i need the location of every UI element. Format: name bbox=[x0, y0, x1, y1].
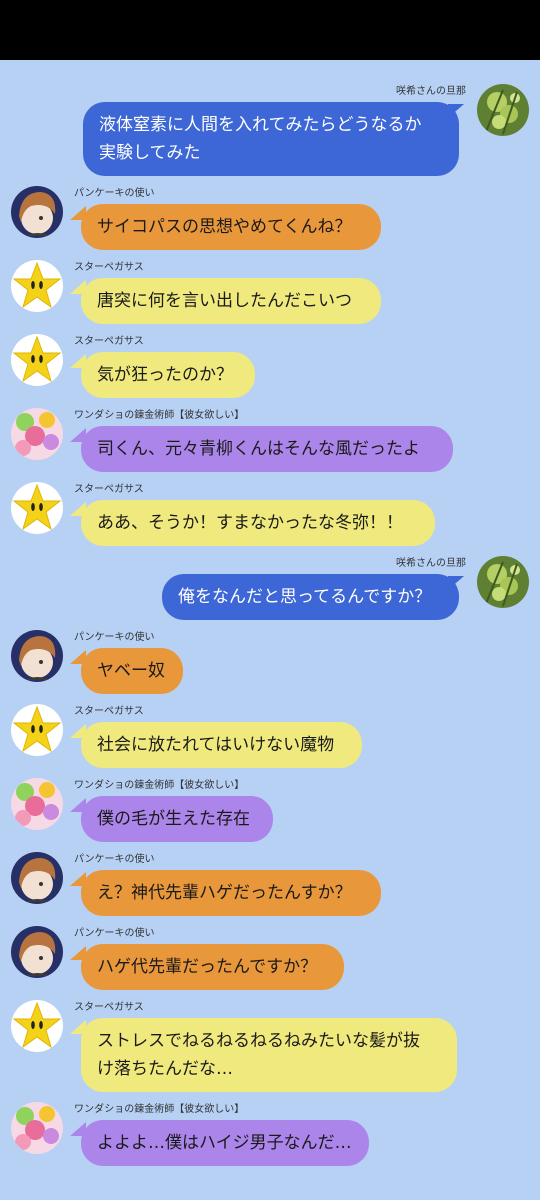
message-bubble[interactable]: ストレスでねるねるねるねみたいな髪が抜 け落ちたんだな… bbox=[81, 1018, 457, 1092]
status-bar bbox=[0, 0, 540, 60]
sender-name: パンケーキの使い bbox=[74, 854, 155, 865]
message-bubble[interactable]: 僕の毛が生えた存在 bbox=[81, 796, 273, 842]
sender-name: スターペガサス bbox=[74, 484, 144, 495]
avatar-star[interactable] bbox=[11, 334, 63, 386]
sender-name: パンケーキの使い bbox=[74, 632, 155, 643]
sender-name: スターペガサス bbox=[74, 1002, 144, 1013]
message-bubble[interactable]: 司くん、元々青柳くんはそんな風だったよ bbox=[81, 426, 453, 472]
sender-name: ワンダショの錬金術師【彼女欲しい】 bbox=[74, 410, 245, 421]
avatar-wonder[interactable] bbox=[11, 778, 63, 830]
message-bubble[interactable]: 社会に放たれてはいけない魔物 bbox=[81, 722, 362, 768]
message-bubble[interactable]: 俺をなんだと思ってるんですか？ bbox=[162, 574, 459, 620]
avatar-star[interactable] bbox=[11, 1000, 63, 1052]
avatar-self[interactable] bbox=[477, 84, 529, 136]
sender-name: ワンダショの錬金術師【彼女欲しい】 bbox=[74, 1104, 245, 1115]
avatar-wonder[interactable] bbox=[11, 1102, 63, 1154]
message-bubble[interactable]: ハゲ代先輩だったんですか？ bbox=[81, 944, 344, 990]
avatar-star[interactable] bbox=[11, 704, 63, 756]
sender-name: ワンダショの錬金術師【彼女欲しい】 bbox=[74, 780, 245, 791]
sender-name: 咲希さんの旦那 bbox=[396, 558, 466, 569]
avatar-pancake[interactable] bbox=[11, 852, 63, 904]
avatar-wonder[interactable] bbox=[11, 408, 63, 460]
avatar-pancake[interactable] bbox=[11, 186, 63, 238]
avatar-pancake[interactable] bbox=[11, 926, 63, 978]
message-bubble[interactable]: ああ、そうか！すまなかったな冬弥！！ bbox=[81, 500, 435, 546]
sender-name: スターペガサス bbox=[74, 262, 144, 273]
sender-name: スターペガサス bbox=[74, 706, 144, 717]
message-bubble[interactable]: 唐突に何を言い出したんだこいつ bbox=[81, 278, 381, 324]
message-bubble[interactable]: サイコパスの思想やめてくんね？ bbox=[81, 204, 381, 250]
message-bubble[interactable]: え？神代先輩ハゲだったんすか？ bbox=[81, 870, 381, 916]
avatar-star[interactable] bbox=[11, 482, 63, 534]
avatar-self[interactable] bbox=[477, 556, 529, 608]
sender-name: パンケーキの使い bbox=[74, 188, 155, 199]
message-bubble[interactable]: ヤベー奴 bbox=[81, 648, 183, 694]
avatar-star[interactable] bbox=[11, 260, 63, 312]
sender-name: 咲希さんの旦那 bbox=[396, 86, 466, 97]
message-bubble[interactable]: 気が狂ったのか？ bbox=[81, 352, 255, 398]
sender-name: パンケーキの使い bbox=[74, 928, 155, 939]
sender-name: スターペガサス bbox=[74, 336, 144, 347]
message-bubble[interactable]: よよよ…僕はハイジ男子なんだ… bbox=[81, 1120, 369, 1166]
avatar-pancake[interactable] bbox=[11, 630, 63, 682]
message-bubble[interactable]: 液体窒素に人間を入れてみたらどうなるか 実験してみた bbox=[83, 102, 459, 176]
